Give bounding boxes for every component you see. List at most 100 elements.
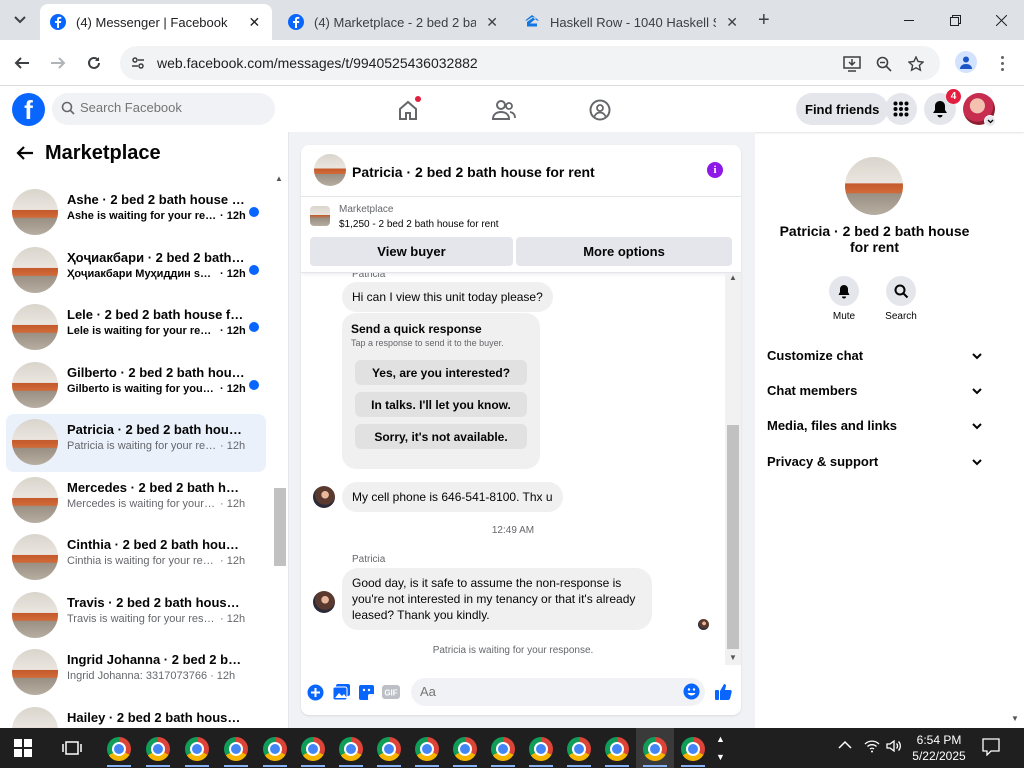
restore-icon[interactable]: [932, 0, 978, 40]
account-chevron-icon[interactable]: [984, 115, 996, 127]
conversation-item[interactable]: Travis · 2 bed 2 bath house for rent Tra…: [6, 587, 266, 645]
conversation-list-scrollbar[interactable]: ▲ ▼: [272, 172, 288, 728]
photo-icon[interactable]: [332, 683, 350, 701]
add-plus-icon[interactable]: [306, 683, 324, 701]
chrome-taskbar-icon[interactable]: [681, 737, 705, 761]
close-window-icon[interactable]: [978, 0, 1024, 40]
chrome-taskbar-icon[interactable]: [301, 737, 325, 761]
groups-icon[interactable]: [587, 97, 613, 123]
running-indicator: [453, 765, 477, 767]
message-input-field[interactable]: [411, 678, 705, 706]
chrome-taskbar-icon[interactable]: [415, 737, 439, 761]
contact-avatar[interactable]: [845, 157, 903, 215]
close-tab-icon[interactable]: ✕: [247, 14, 262, 30]
back-arrow-icon[interactable]: [16, 145, 34, 164]
facebook-search[interactable]: [52, 93, 275, 125]
browser-tab-marketplace[interactable]: (4) Marketplace - 2 bed 2 bath h ✕: [278, 4, 510, 40]
chrome-taskbar-icon[interactable]: [185, 737, 209, 761]
bookmark-star-icon[interactable]: [906, 54, 926, 74]
forward-arrow-icon[interactable]: [46, 51, 70, 75]
close-tab-icon[interactable]: ✕: [724, 14, 740, 30]
network-icon[interactable]: [864, 738, 880, 757]
search-input[interactable]: [80, 100, 260, 115]
listing-price-title[interactable]: $1,250 - 2 bed 2 bath house for rent: [339, 219, 499, 230]
conversation-item-selected[interactable]: Patricia · 2 bed 2 bath house for rent P…: [6, 414, 266, 472]
windows-start-icon[interactable]: [14, 739, 32, 757]
emoji-icon[interactable]: [683, 683, 700, 703]
conversation-item[interactable]: Ashe · 2 bed 2 bath house for rent Ashe …: [6, 184, 266, 242]
message-input[interactable]: [420, 684, 670, 699]
taskbar-scroll-arrows-icon[interactable]: ▲ ▼: [716, 730, 725, 766]
quick-response-option[interactable]: In talks. I'll let you know.: [355, 392, 527, 417]
more-options-button[interactable]: More options: [516, 237, 732, 266]
chrome-taskbar-icon[interactable]: [107, 737, 131, 761]
chrome-taskbar-icon[interactable]: [491, 737, 515, 761]
scroll-up-arrow-icon[interactable]: ▲: [729, 273, 737, 282]
chrome-taskbar-icon[interactable]: [339, 737, 363, 761]
quick-response-option[interactable]: Yes, are you interested?: [355, 360, 527, 385]
view-buyer-button[interactable]: View buyer: [310, 237, 513, 266]
like-thumbs-up-icon[interactable]: [714, 683, 732, 701]
tab-search-chevron-icon[interactable]: [8, 8, 32, 32]
system-clock[interactable]: 6:54 PM 5/22/2025: [912, 732, 966, 764]
conversation-item[interactable]: Cinthia · 2 bed 2 bath house for rent Ci…: [6, 529, 266, 587]
menu-grid-icon[interactable]: [885, 93, 917, 125]
media-files-links-row[interactable]: Media, files and links: [767, 415, 982, 435]
chrome-taskbar-icon[interactable]: [529, 737, 553, 761]
site-settings-icon[interactable]: [130, 55, 146, 74]
chat-members-row[interactable]: Chat members: [767, 380, 982, 400]
notification-center-icon[interactable]: [982, 738, 1000, 759]
chrome-taskbar-icon[interactable]: [567, 737, 591, 761]
chrome-taskbar-icon[interactable]: [643, 737, 667, 761]
listing-thumbnail[interactable]: [310, 206, 330, 226]
gif-icon[interactable]: GIF: [382, 683, 400, 701]
scroll-down-arrow-icon[interactable]: ▼: [729, 653, 737, 662]
conversation-item[interactable]: Lele · 2 bed 2 bath house for rent Lele …: [6, 299, 266, 357]
new-tab-plus-icon[interactable]: +: [758, 10, 770, 30]
conversation-item[interactable]: Mercedes · 2 bed 2 bath house for rent M…: [6, 472, 266, 530]
sender-avatar[interactable]: [313, 591, 335, 613]
conversation-item[interactable]: Ҳоҷиакбари · 2 bed 2 bath house for rent…: [6, 242, 266, 300]
info-icon[interactable]: i: [707, 162, 723, 178]
show-hidden-icons-chevron-icon[interactable]: [838, 738, 852, 753]
search-conversation-button[interactable]: Search: [876, 276, 926, 322]
chrome-taskbar-icon[interactable]: [224, 737, 248, 761]
install-app-icon[interactable]: [842, 54, 862, 74]
mute-button[interactable]: Mute: [819, 276, 869, 322]
quick-response-option[interactable]: Sorry, it's not available.: [355, 424, 527, 449]
minimize-icon[interactable]: [886, 0, 932, 40]
chat-scrollbar[interactable]: ▲ ▼: [725, 273, 741, 665]
chrome-taskbar-icon[interactable]: [453, 737, 477, 761]
zoom-icon[interactable]: [874, 54, 894, 74]
conversation-item[interactable]: Hailey · 2 bed 2 bath house for rent: [6, 702, 266, 728]
profile-icon[interactable]: [955, 51, 977, 73]
scrollbar-thumb[interactable]: [727, 425, 739, 649]
volume-icon[interactable]: [886, 738, 902, 757]
friends-icon[interactable]: [491, 97, 517, 123]
privacy-support-row[interactable]: Privacy & support: [767, 451, 982, 471]
chrome-taskbar-icon[interactable]: [377, 737, 401, 761]
reload-icon[interactable]: [82, 51, 106, 75]
conversation-item[interactable]: Gilberto · 2 bed 2 bath house for rent G…: [6, 357, 266, 415]
chrome-taskbar-icon[interactable]: [146, 737, 170, 761]
task-view-icon[interactable]: [62, 740, 82, 759]
sticker-icon[interactable]: [357, 683, 375, 701]
browser-tab-haskell[interactable]: Haskell Row - 1040 Haskell St R ✕: [514, 4, 750, 40]
facebook-logo-icon[interactable]: f: [12, 93, 45, 126]
customize-chat-row[interactable]: Customize chat: [767, 345, 982, 365]
page-scroll-down-arrow-icon[interactable]: ▼: [1011, 714, 1019, 723]
chat-avatar[interactable]: [314, 154, 346, 186]
scrollbar-thumb[interactable]: [274, 488, 286, 566]
chrome-taskbar-icon[interactable]: [263, 737, 287, 761]
back-arrow-icon[interactable]: [10, 51, 34, 75]
chat-title[interactable]: Patricia · 2 bed 2 bath house for rent: [352, 164, 595, 180]
address-bar[interactable]: web.facebook.com/messages/t/994052543603…: [120, 46, 940, 80]
browser-menu-icon[interactable]: [994, 52, 1010, 74]
scroll-up-arrow-icon[interactable]: ▲: [275, 174, 283, 183]
find-friends-button[interactable]: Find friends: [796, 93, 889, 125]
sender-avatar[interactable]: [313, 486, 335, 508]
browser-tab-messenger[interactable]: (4) Messenger | Facebook ✕: [40, 4, 272, 40]
chrome-taskbar-icon[interactable]: [605, 737, 629, 761]
close-tab-icon[interactable]: ✕: [484, 14, 500, 30]
conversation-item[interactable]: Ingrid Johanna · 2 bed 2 bath house for …: [6, 644, 266, 702]
